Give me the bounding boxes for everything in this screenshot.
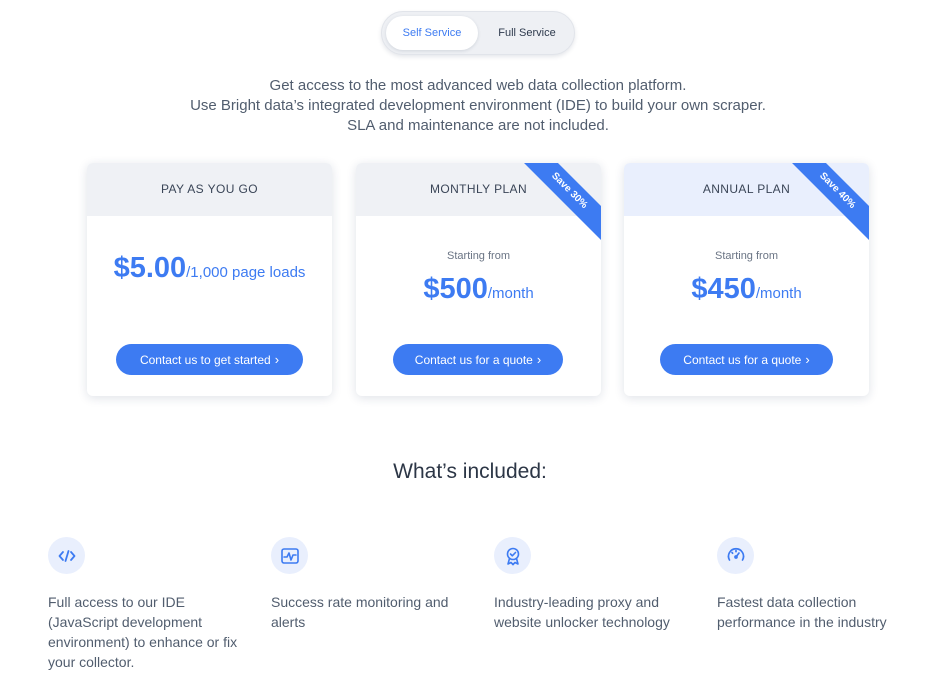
price-amount: $500: [423, 273, 488, 305]
feature-text: Full access to our IDE (JavaScript devel…: [48, 594, 238, 670]
pricing-card-monthly: MONTHLY PLAN Save 30% Starting from $500…: [356, 163, 601, 396]
intro-line-1: Get access to the most advanced web data…: [269, 77, 687, 94]
intro-text: Get access to the most advanced web data…: [120, 76, 836, 136]
self-service-tab[interactable]: Self Service: [386, 16, 478, 50]
chevron-right-icon: ›: [805, 352, 810, 367]
intro-line-3: SLA and maintenance are not included.: [347, 117, 609, 134]
feature-item: Success rate monitoring and alerts: [271, 537, 471, 632]
cta-label: Contact us for a quote: [683, 353, 802, 367]
cta-label: Contact us to get started: [139, 353, 271, 367]
service-toggle: Self Service Full Service: [381, 11, 575, 55]
plan-price: $5.00/1,000 page loads: [87, 252, 332, 285]
contact-quote-button-annual[interactable]: Contact us for a quote ›: [660, 344, 833, 375]
full-service-tab[interactable]: Full Service: [482, 16, 572, 50]
plan-name: PAY AS YOU GO: [87, 163, 332, 216]
price-unit: /month: [487, 285, 534, 302]
feature-item: Fastest data collection performance in t…: [717, 537, 917, 632]
feature-text: Industry-leading proxy and website unloc…: [494, 594, 670, 630]
price-unit: /1,000 page loads: [186, 264, 306, 281]
starting-from-label: Starting from: [447, 250, 510, 262]
feature-text: Success rate monitoring and alerts: [271, 594, 449, 630]
price-amount: $5.00: [113, 252, 187, 284]
cta-label: Contact us for a quote: [414, 353, 533, 367]
feature-text: Fastest data collection performance in t…: [717, 594, 887, 630]
pricing-card-pay-as-you-go: PAY AS YOU GO $5.00/1,000 page loads Con…: [87, 163, 332, 396]
contact-get-started-button[interactable]: Contact us to get started ›: [116, 344, 303, 375]
chevron-right-icon: ›: [536, 352, 542, 367]
whats-included-title: What’s included:: [393, 460, 547, 483]
award-badge-icon: [494, 537, 531, 574]
code-icon: [48, 537, 85, 574]
chevron-right-icon: ›: [274, 352, 280, 367]
feature-item: Full access to our IDE (JavaScript devel…: [48, 537, 248, 672]
price-unit: /month: [755, 285, 802, 302]
feature-item: Industry-leading proxy and website unloc…: [494, 537, 694, 632]
plan-price: $450/month: [624, 273, 869, 306]
starting-from-label: Starting from: [715, 250, 778, 262]
intro-line-2: Use Bright data’s integrated development…: [190, 97, 766, 114]
pricing-card-annual: ANNUAL PLAN Save 40% Starting from $450/…: [624, 163, 869, 396]
price-amount: $450: [691, 273, 756, 305]
speedometer-icon: [717, 537, 754, 574]
plan-price: $500/month: [356, 273, 601, 306]
monitor-pulse-icon: [271, 537, 308, 574]
contact-quote-button-monthly[interactable]: Contact us for a quote ›: [393, 344, 563, 375]
